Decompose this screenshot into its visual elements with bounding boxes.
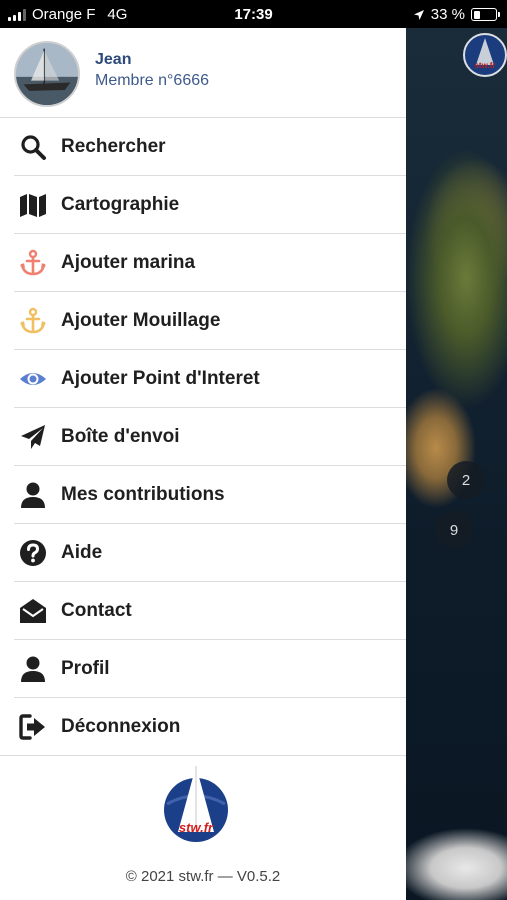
sign-out-icon [18, 712, 48, 742]
map-cluster[interactable]: 2 [447, 461, 485, 499]
menu-item-ajouter-marina[interactable]: Ajouter marina [0, 234, 406, 292]
menu-item-profil[interactable]: Profil [0, 640, 406, 698]
status-bar: Orange F 4G 17:39 33 % [0, 0, 507, 28]
menu-label: Ajouter Mouillage [61, 310, 221, 331]
menu-label: Ajouter marina [61, 252, 196, 273]
map-icon [18, 190, 48, 220]
menu-item-ajouter-point-interet[interactable]: Ajouter Point d'Interet [0, 350, 406, 408]
stw-logo: stw.fr [162, 764, 230, 846]
user-icon [18, 480, 48, 510]
menu-label: Cartographie [61, 194, 180, 215]
menu-item-contact[interactable]: Contact [0, 582, 406, 640]
svg-text:stw.fr: stw.fr [474, 61, 495, 70]
menu-item-deconnexion[interactable]: Déconnexion [0, 698, 406, 756]
menu-label: Déconnexion [61, 716, 181, 737]
anchor-icon [18, 248, 48, 278]
location-arrow-icon [413, 9, 424, 20]
map-stw-logo: stw.fr [463, 33, 507, 77]
menu-item-mes-contributions[interactable]: Mes contributions [0, 466, 406, 524]
copyright-text: © 2021 stw.fr — V0.5.2 [125, 868, 281, 885]
menu-label: Aide [61, 542, 103, 563]
avatar [14, 41, 80, 107]
menu-label: Boîte d'envoi [61, 426, 180, 447]
menu-item-ajouter-mouillage[interactable]: Ajouter Mouillage [0, 292, 406, 350]
search-icon [18, 132, 48, 162]
svg-text:stw.fr: stw.fr [179, 820, 214, 835]
menu-label: Ajouter Point d'Interet [61, 368, 260, 389]
menu-label: Rechercher [61, 136, 166, 157]
menu-item-aide[interactable]: Aide [0, 524, 406, 582]
paper-plane-icon [18, 422, 48, 452]
user-name: Jean [95, 51, 132, 68]
profile-header[interactable]: Jean Membre n°6666 [0, 28, 406, 118]
map-cluster[interactable]: 9 [435, 511, 473, 549]
question-circle-icon [18, 538, 48, 568]
battery-info: 33 % [413, 6, 500, 23]
menu-item-cartographie[interactable]: Cartographie [0, 176, 406, 234]
menu-item-boite-envoi[interactable]: Boîte d'envoi [0, 408, 406, 466]
battery-percentage: 33 % [430, 6, 465, 23]
menu-label: Profil [61, 658, 110, 679]
member-number: Membre n°6666 [95, 72, 210, 89]
eye-icon [18, 364, 48, 394]
envelope-open-icon [18, 596, 48, 626]
menu-label: Contact [61, 600, 132, 621]
battery-icon [471, 8, 500, 21]
user-icon [18, 654, 48, 684]
menu-label: Mes contributions [61, 484, 225, 505]
menu-list: Rechercher Cartographie Ajouter marina A… [0, 118, 406, 756]
map-view[interactable]: stw.fr 2 9 [406, 28, 507, 900]
anchor-icon [18, 306, 48, 336]
navigation-drawer: Jean Membre n°6666 Rechercher Cartograph… [0, 28, 406, 900]
menu-item-rechercher[interactable]: Rechercher [0, 118, 406, 176]
